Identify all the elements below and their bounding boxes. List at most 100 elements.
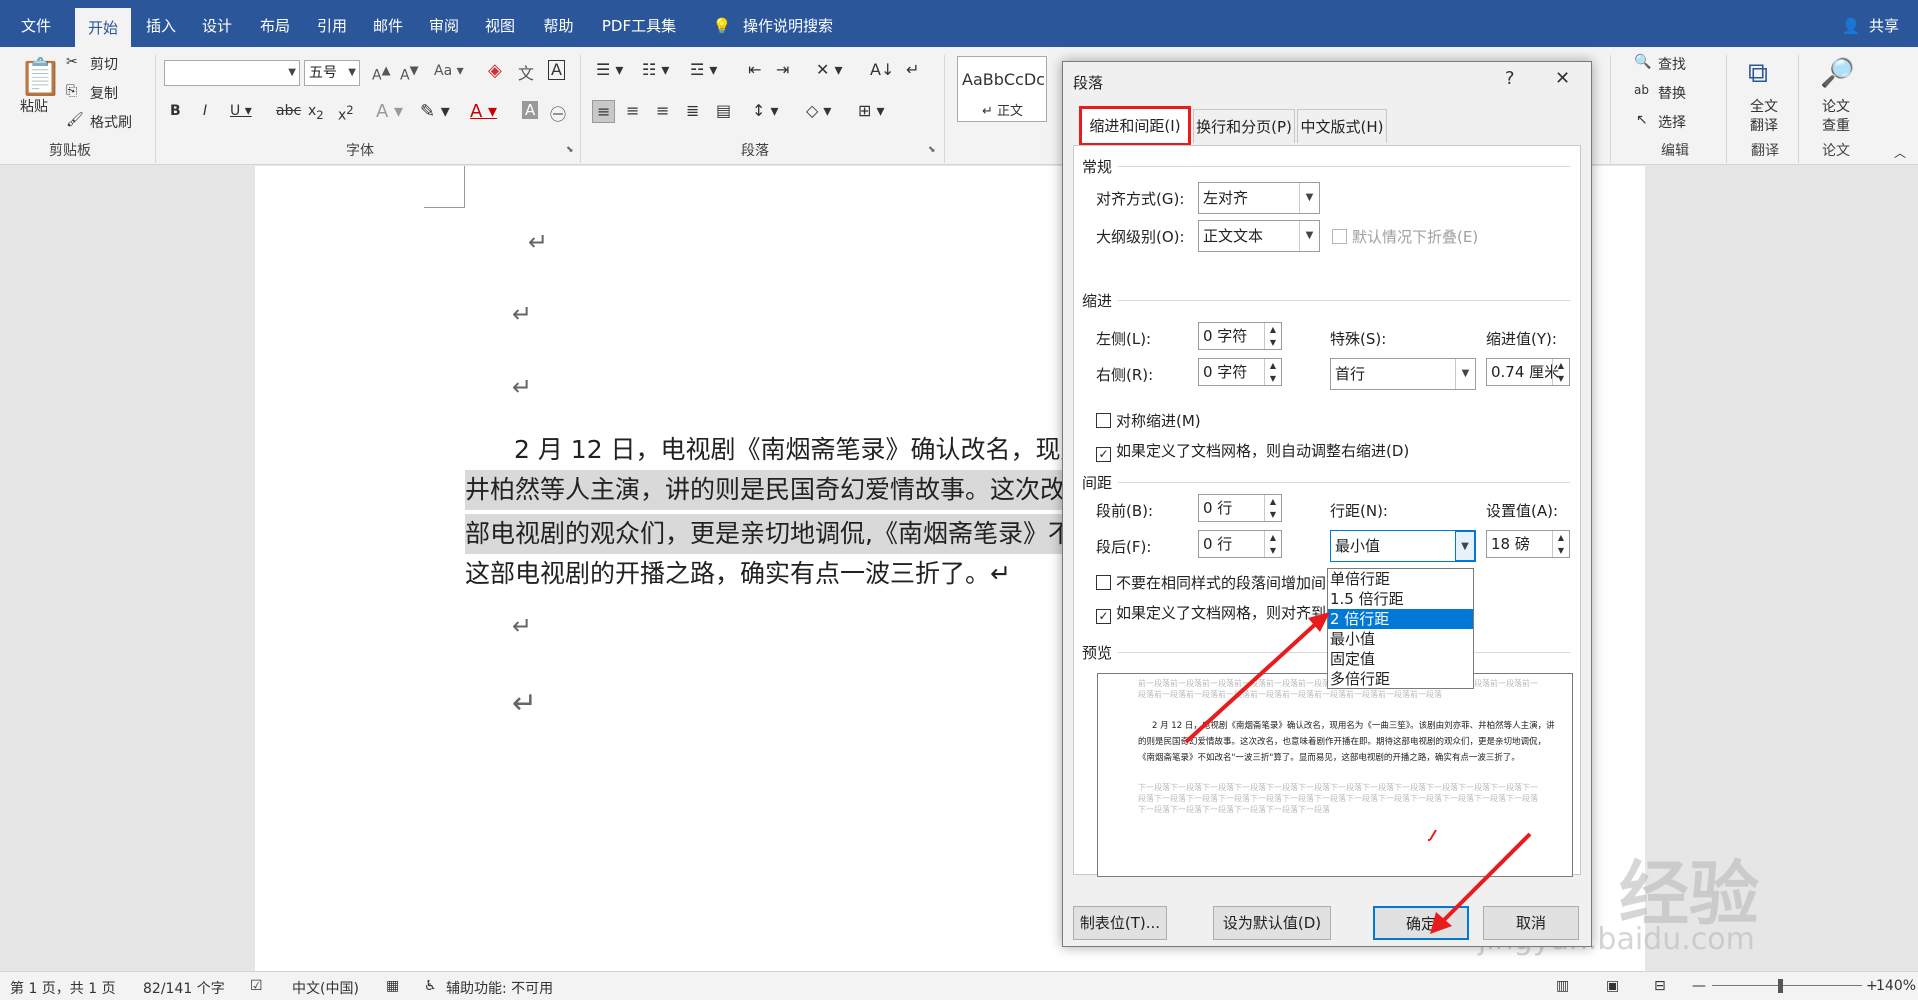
mirror-indents-checkbox[interactable]: 对称缩进(M) [1096,410,1201,431]
line-spacing-icon[interactable]: ↕ ▾ [752,101,779,120]
spinner-arrows-icon[interactable]: ▲ ▼ [1264,323,1281,349]
tab-layout[interactable]: 布局 [250,0,300,47]
tab-file[interactable]: 文件 [0,0,72,47]
full-translate-label-1[interactable]: 全文 [1750,96,1778,116]
decrease-indent-icon[interactable]: ⇤ [748,60,761,79]
print-layout-icon[interactable]: ▣ [1606,978,1619,994]
paste-button[interactable]: 粘贴 [20,96,48,116]
increase-indent-icon[interactable]: ⇥ [776,60,789,79]
spinner-arrows-icon[interactable]: ▲ ▼ [1552,359,1569,385]
tab-help[interactable]: 帮助 [531,0,586,47]
doc-line-4[interactable]: 这部电视剧的开播之路，确实有点一波三折了。↵ [465,554,1011,594]
tab-mailings[interactable]: 邮件 [363,0,413,47]
option-single[interactable]: 单倍行距 [1328,569,1473,589]
web-layout-icon[interactable]: ⊟ [1654,978,1666,994]
cursor-icon[interactable]: ↖ [1636,112,1648,128]
bold-icon[interactable]: B [170,103,181,119]
show-marks-icon[interactable]: ↵ [906,60,919,79]
accessibility-icon[interactable]: ♿ [424,978,437,994]
close-button[interactable]: ✕ [1555,68,1570,89]
search-icon[interactable]: 🔍 [1634,54,1651,70]
tab-asian-typography[interactable]: 中文版式(H) [1297,109,1387,143]
char-border-icon[interactable]: A [548,60,565,80]
copy-icon[interactable]: ⎘ [66,83,77,99]
spinner-arrows-icon[interactable]: ▲ ▼ [1264,531,1281,557]
subscript-icon[interactable]: x2 [308,103,324,122]
tab-references[interactable]: 引用 [307,0,357,47]
highlight-icon[interactable]: ✎ ▾ [420,101,450,122]
doc-line-1[interactable]: 2 月 12 日，电视剧《南烟斋笔录》确认改名，现用 [514,430,1086,470]
paper-check-icon[interactable]: 🔎 [1820,56,1855,89]
paragraph-dialog-launcher-icon[interactable]: ⬊ [928,145,936,155]
proofing-icon[interactable]: ☑ [250,978,263,994]
char-shading-icon[interactable]: A [522,101,539,119]
select-button[interactable]: 选择 [1658,112,1686,132]
replace-icon[interactable]: ab [1634,83,1649,97]
share-button[interactable]: 共享 [1864,0,1904,47]
strikethrough-icon[interactable]: abc [276,103,301,119]
tabs-button[interactable]: 制表位(T)... [1073,906,1167,940]
sort-ascending-icon[interactable]: A↓ [870,60,894,79]
paper-check-label-1[interactable]: 论文 [1822,96,1850,116]
word-count[interactable]: 82/141 个字 [143,978,225,998]
text-effects-icon[interactable]: A ▾ [376,101,403,122]
full-translate-label-2[interactable]: 翻译 [1750,115,1778,135]
replace-button[interactable]: 替换 [1658,83,1686,103]
special-indent-select[interactable]: 首行 ▼ [1330,358,1476,390]
no-space-same-style-checkbox[interactable]: 不要在相同样式的段落间增加间 [1096,572,1326,593]
outline-level-select[interactable]: 正文文本 ▼ [1198,220,1320,252]
clear-format-icon[interactable]: ◈ [488,60,502,81]
tell-me-search[interactable]: 操作说明搜索 [738,0,838,47]
align-right-icon[interactable]: ≡ [656,101,669,120]
borders-icon[interactable]: ⊞ ▾ [858,101,885,120]
scissors-icon[interactable]: ✂ [66,54,78,70]
shrink-font-icon[interactable]: A▼ [400,63,419,84]
grow-font-icon[interactable]: A▲ [372,63,391,84]
accessibility-status[interactable]: 辅助功能: 不可用 [446,978,553,998]
phonetic-guide-icon[interactable]: 文 [518,60,534,84]
font-name-combo[interactable]: ▼ [164,60,300,86]
format-painter-button[interactable]: 格式刷 [90,112,132,132]
shading-icon[interactable]: ◇ ▾ [806,101,831,120]
sort-icon[interactable]: ✕ ▾ [816,60,843,79]
collapse-ribbon-icon[interactable]: ︿ [1894,144,1906,161]
underline-icon[interactable]: U ▾ [230,103,252,119]
numbering-icon[interactable]: ☷ ▾ [642,60,669,79]
paste-icon[interactable]: 📋 [18,56,63,98]
spacing-after-spinner[interactable]: 0 行 ▲ ▼ [1198,530,1282,558]
language-status[interactable]: 中文(中国) [292,978,359,998]
spinner-arrows-icon[interactable]: ▲ ▼ [1264,359,1281,385]
indent-left-spinner[interactable]: 0 字符 ▲ ▼ [1198,322,1282,350]
multilevel-list-icon[interactable]: ☲ ▾ [690,60,717,79]
tab-insert[interactable]: 插入 [136,0,186,47]
collapse-checkbox[interactable]: 默认情况下折叠(E) [1332,226,1478,247]
tab-indents-spacing[interactable]: 缩进和间距(I) [1079,106,1191,146]
at-spinner[interactable]: 18 磅 ▲ ▼ [1486,530,1570,558]
bullets-icon[interactable]: ☰ ▾ [596,60,623,79]
line-spacing-select[interactable]: 最小值 ▼ [1330,530,1476,562]
align-left-icon[interactable]: ≡ [592,100,616,123]
cut-button[interactable]: 剪切 [90,54,118,74]
tab-line-page-breaks[interactable]: 换行和分页(P) [1193,109,1295,143]
paper-check-label-2[interactable]: 查重 [1822,115,1850,135]
tab-design[interactable]: 设计 [192,0,242,47]
align-center-icon[interactable]: ≡ [626,101,639,120]
page-count[interactable]: 第 1 页，共 1 页 [10,978,116,998]
find-button[interactable]: 查找 [1658,54,1686,74]
zoom-out-icon[interactable]: — [1692,978,1706,994]
tab-pdf-tools[interactable]: PDF工具集 [594,0,684,47]
font-size-combo[interactable]: 五号 ▼ [304,60,360,86]
macro-icon[interactable]: ▦ [386,978,399,994]
doc-line-2[interactable]: 井柏然等人主演，讲的则是民国奇幻爱情故事。这次改名 [465,470,1090,510]
spacing-before-spinner[interactable]: 0 行 ▲ ▼ [1198,494,1282,522]
spinner-arrows-icon[interactable]: ▲ ▼ [1552,531,1569,557]
brush-icon[interactable]: 🖌 [66,112,84,128]
auto-adjust-right-indent-checkbox[interactable]: ✓ 如果定义了文档网格，则自动调整右缩进(D) [1096,440,1409,462]
copy-button[interactable]: 复制 [90,83,118,103]
font-color-icon[interactable]: A ▾ [470,101,497,122]
read-mode-icon[interactable]: ▥ [1556,978,1569,994]
help-button[interactable]: ? [1505,68,1515,89]
font-dialog-launcher-icon[interactable]: ⬊ [566,145,574,155]
tab-view[interactable]: 视图 [475,0,525,47]
distributed-icon[interactable]: ▤ [716,101,731,120]
